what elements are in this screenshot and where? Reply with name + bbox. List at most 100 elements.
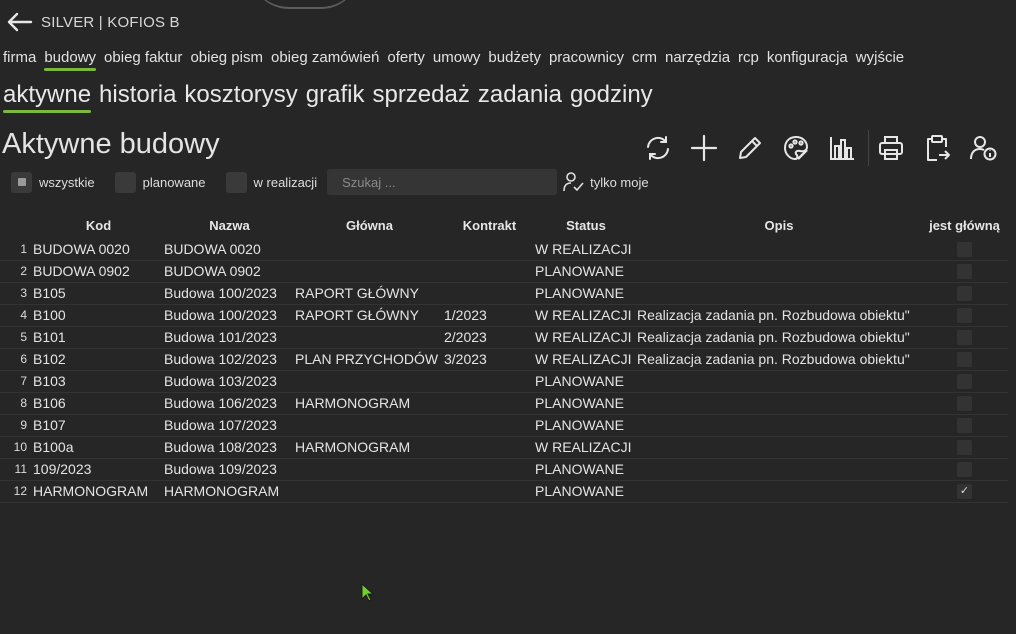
nav-item-7[interactable]: budżety bbox=[488, 49, 541, 66]
bar-chart-icon[interactable] bbox=[824, 131, 860, 165]
jest-glowna-checkbox[interactable] bbox=[957, 374, 972, 390]
cell-kontrakt bbox=[444, 260, 535, 282]
table-row[interactable]: 11 109/2023 Budowa 109/2023 PLANOWANE bbox=[0, 458, 1008, 480]
nav-item-4[interactable]: obieg zamówień bbox=[271, 49, 379, 66]
jest-glowna-checkbox[interactable] bbox=[957, 308, 972, 324]
printer-icon[interactable] bbox=[873, 131, 909, 165]
cell-jest-glowna bbox=[921, 348, 1008, 370]
jest-glowna-checkbox[interactable] bbox=[957, 418, 972, 434]
cell-glowna: RAPORT GŁÓWNY bbox=[295, 285, 419, 301]
cell-status: W REALIZACJI bbox=[535, 439, 632, 455]
only-mine-label: tylko moje bbox=[590, 174, 649, 190]
cell-nazwa: Budowa 100/2023 bbox=[164, 285, 277, 301]
column-header-opis[interactable]: Opis bbox=[637, 212, 921, 238]
cell-opis bbox=[637, 370, 921, 392]
cell-status: W REALIZACJI bbox=[535, 329, 632, 345]
subnav-item-6[interactable]: godziny bbox=[570, 81, 653, 109]
column-header-jest-glowna[interactable]: jest główną bbox=[921, 212, 1008, 238]
jest-glowna-checkbox[interactable] bbox=[957, 264, 972, 280]
table-row[interactable]: 10 B100a Budowa 108/2023 HARMONOGRAM W REALI… bbox=[0, 436, 1008, 458]
back-arrow-icon[interactable] bbox=[5, 10, 33, 34]
app-title: SILVER | KOFIOS B bbox=[41, 13, 180, 31]
filter-in-progress[interactable]: w realizacji bbox=[225, 171, 317, 193]
column-header-kod[interactable]: Kod bbox=[33, 212, 164, 238]
jest-glowna-checkbox[interactable] bbox=[957, 462, 972, 478]
filter-planned[interactable]: planowane bbox=[114, 171, 206, 193]
table-row[interactable]: 5 B101 Budowa 101/2023 2/2023 W REALIZACJI Re… bbox=[0, 326, 1008, 348]
filter-planned-checkbox[interactable] bbox=[114, 171, 136, 193]
title-bar: SILVER | KOFIOS B bbox=[5, 10, 180, 34]
column-header-status[interactable]: Status bbox=[535, 212, 637, 238]
subnav-item-3[interactable]: grafik bbox=[306, 81, 365, 109]
cell-kontrakt bbox=[444, 414, 535, 436]
table-row[interactable]: 4 B100 Budowa 100/2023 RAPORT GŁÓWNY 1/2023 W… bbox=[0, 304, 1008, 326]
nav-item-1[interactable]: budowy bbox=[44, 49, 96, 71]
column-header-nazwa[interactable]: Nazwa bbox=[164, 212, 295, 238]
jest-glowna-checkbox[interactable]: ✓ bbox=[957, 484, 972, 500]
cell-glowna: RAPORT GŁÓWNY bbox=[295, 307, 419, 323]
subnav-item-1[interactable]: historia bbox=[99, 81, 176, 109]
palette-icon[interactable] bbox=[778, 131, 814, 165]
column-header-glowna[interactable]: Główna bbox=[295, 212, 444, 238]
subnav-item-5[interactable]: zadania bbox=[478, 81, 562, 109]
cell-nazwa: Budowa 106/2023 bbox=[164, 395, 277, 411]
cell-kod: HARMONOGRAM bbox=[33, 483, 149, 499]
table-row[interactable]: 8 B106 Budowa 106/2023 HARMONOGRAM PLANOWANE bbox=[0, 392, 1008, 414]
window-decoration bbox=[250, 0, 360, 9]
plus-icon[interactable] bbox=[686, 131, 722, 165]
filter-all-checkbox[interactable] bbox=[11, 171, 32, 193]
filter-bar: wszystkie planowane w realizacji tylko m… bbox=[11, 169, 649, 195]
refresh-icon[interactable] bbox=[640, 131, 676, 165]
jest-glowna-checkbox[interactable] bbox=[957, 330, 972, 346]
nav-item-3[interactable]: obieg pism bbox=[190, 49, 263, 66]
table-row[interactable]: 1 BUDOWA 0020 BUDOWA 0020 W REALIZACJI bbox=[0, 238, 1008, 260]
search-input[interactable] bbox=[327, 169, 558, 195]
nav-item-10[interactable]: narzędzia bbox=[665, 49, 730, 66]
cell-nazwa: Budowa 109/2023 bbox=[164, 461, 277, 477]
subnav-item-0[interactable]: aktywne bbox=[3, 81, 92, 113]
filter-in-progress-checkbox[interactable] bbox=[225, 171, 247, 193]
jest-glowna-checkbox[interactable] bbox=[957, 396, 972, 412]
row-index: 7 bbox=[20, 374, 27, 388]
nav-item-2[interactable]: obieg faktur bbox=[104, 49, 182, 66]
nav-item-9[interactable]: crm bbox=[632, 49, 657, 66]
subnav-item-2[interactable]: kosztorysy bbox=[184, 81, 297, 109]
nav-item-11[interactable]: rcp bbox=[738, 49, 759, 66]
subnav-item-4[interactable]: sprzedaż bbox=[372, 81, 469, 109]
cell-glowna: HARMONOGRAM bbox=[295, 395, 411, 411]
clipboard-export-icon[interactable] bbox=[919, 131, 955, 165]
nav-item-6[interactable]: umowy bbox=[433, 49, 481, 66]
nav-item-8[interactable]: pracownicy bbox=[549, 49, 624, 66]
table-row[interactable]: 6 B102 Budowa 102/2023 PLAN PRZYCHODÓW 3/202… bbox=[0, 348, 1008, 370]
table-row[interactable]: 2 BUDOWA 0902 BUDOWA 0902 PLANOWANE bbox=[0, 260, 1008, 282]
nav-item-5[interactable]: oferty bbox=[387, 49, 425, 66]
cell-jest-glowna: ✓ bbox=[921, 480, 1008, 502]
nav-item-0[interactable]: firma bbox=[3, 49, 36, 66]
jest-glowna-checkbox[interactable] bbox=[957, 352, 972, 368]
toolbar bbox=[640, 130, 1011, 166]
table-row[interactable]: 3 B105 Budowa 100/2023 RAPORT GŁÓWNY PLANOWA… bbox=[0, 282, 1008, 304]
filter-all[interactable]: wszystkie bbox=[11, 171, 95, 193]
row-index: 2 bbox=[20, 264, 27, 278]
pencil-icon[interactable] bbox=[732, 131, 768, 165]
cell-jest-glowna bbox=[921, 238, 1008, 260]
cell-kontrakt bbox=[444, 238, 535, 260]
cell-jest-glowna bbox=[921, 260, 1008, 282]
user-info-icon[interactable] bbox=[965, 131, 1001, 165]
cell-jest-glowna bbox=[921, 326, 1008, 348]
jest-glowna-checkbox[interactable] bbox=[957, 286, 972, 302]
row-index: 6 bbox=[20, 352, 27, 366]
cell-kontrakt bbox=[444, 370, 535, 392]
jest-glowna-checkbox[interactable] bbox=[957, 440, 972, 456]
table-row[interactable]: 7 B103 Budowa 103/2023 PLANOWANE bbox=[0, 370, 1008, 392]
cell-status: PLANOWANE bbox=[535, 417, 624, 433]
cell-nazwa: Budowa 108/2023 bbox=[164, 439, 277, 455]
cell-kod: B106 bbox=[33, 395, 66, 411]
table-row[interactable]: 9 B107 Budowa 107/2023 PLANOWANE bbox=[0, 414, 1008, 436]
only-mine-toggle[interactable]: tylko moje bbox=[563, 171, 649, 193]
nav-item-12[interactable]: konfiguracja bbox=[767, 49, 848, 66]
nav-item-13[interactable]: wyjście bbox=[856, 49, 904, 66]
jest-glowna-checkbox[interactable] bbox=[957, 242, 972, 258]
column-header-kontrakt[interactable]: Kontrakt bbox=[444, 212, 535, 238]
table-row[interactable]: 12 HARMONOGRAM HARMONOGRAM PLANOWANE ✓ bbox=[0, 480, 1008, 502]
